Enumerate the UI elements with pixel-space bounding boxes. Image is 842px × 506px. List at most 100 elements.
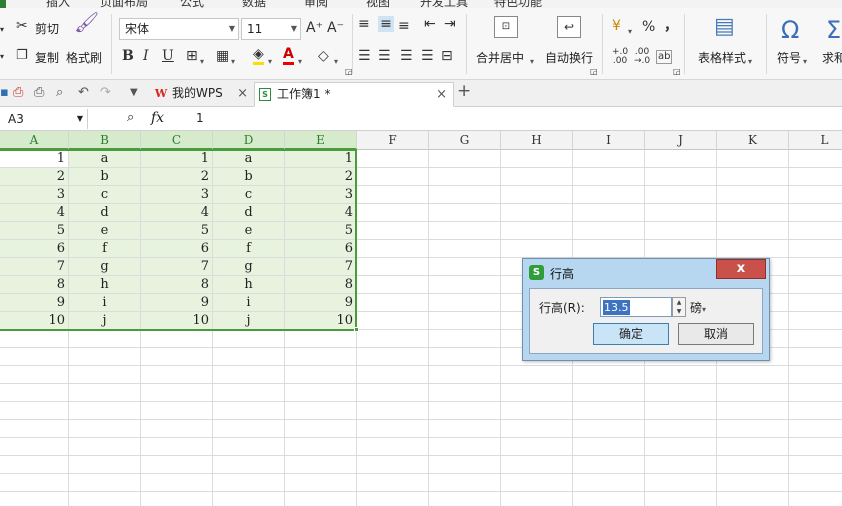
- cell-d5[interactable]: e: [213, 222, 285, 240]
- cell-i14[interactable]: [573, 384, 645, 402]
- increase-indent-icon[interactable]: ⇥: [444, 16, 456, 32]
- sum-button[interactable]: 求和: [822, 49, 842, 66]
- cell-e16[interactable]: [285, 420, 357, 438]
- cell-j16[interactable]: [645, 420, 717, 438]
- cell-g10[interactable]: [429, 312, 501, 330]
- table-style-icon[interactable]: ▤: [714, 14, 735, 40]
- cell-f10[interactable]: [357, 312, 429, 330]
- cell-c7[interactable]: 7: [141, 258, 213, 276]
- cell-g9[interactable]: [429, 294, 501, 312]
- cell-c8[interactable]: 8: [141, 276, 213, 294]
- cell-a14[interactable]: [0, 384, 69, 402]
- number-settings-launcher[interactable]: ◲: [673, 64, 681, 80]
- font-size-select[interactable]: 11 ▼: [241, 18, 301, 40]
- symbol-button[interactable]: 符号: [777, 49, 801, 66]
- cell-c20[interactable]: [141, 492, 213, 506]
- cell-d15[interactable]: [213, 402, 285, 420]
- cell-c10[interactable]: 10: [141, 312, 213, 330]
- cell-f1[interactable]: [357, 150, 429, 168]
- insert-function-button[interactable]: fx: [151, 110, 164, 126]
- cell-b19[interactable]: [69, 474, 141, 492]
- cell-l13[interactable]: [789, 366, 842, 384]
- cell-f9[interactable]: [357, 294, 429, 312]
- cell-l2[interactable]: [789, 168, 842, 186]
- print-preview-icon[interactable]: ⌕: [56, 85, 63, 101]
- cell-i19[interactable]: [573, 474, 645, 492]
- unit-select[interactable]: 磅▾: [690, 299, 706, 316]
- percent-button[interactable]: %: [642, 19, 655, 35]
- menu-review[interactable]: 审阅: [304, 0, 328, 8]
- cell-l19[interactable]: [789, 474, 842, 492]
- cell-e8[interactable]: 8: [285, 276, 357, 294]
- italic-button[interactable]: I: [143, 48, 149, 64]
- cell-e5[interactable]: 5: [285, 222, 357, 240]
- cell-g15[interactable]: [429, 402, 501, 420]
- table-style-dropdown[interactable]: ▾: [748, 52, 752, 70]
- column-header-l[interactable]: L: [789, 131, 842, 150]
- cell-l7[interactable]: [789, 258, 842, 276]
- font-color-icon[interactable]: A: [283, 46, 294, 65]
- cell-b9[interactable]: i: [69, 294, 141, 312]
- cell-i1[interactable]: [573, 150, 645, 168]
- cell-b8[interactable]: h: [69, 276, 141, 294]
- currency-icon[interactable]: ¥: [612, 18, 621, 34]
- cell-f4[interactable]: [357, 204, 429, 222]
- cell-c12[interactable]: [141, 348, 213, 366]
- menu-developer[interactable]: 开发工具: [420, 0, 468, 8]
- cell-b10[interactable]: j: [69, 312, 141, 330]
- cell-k18[interactable]: [717, 456, 789, 474]
- cell-g6[interactable]: [429, 240, 501, 258]
- cell-h20[interactable]: [501, 492, 573, 506]
- cell-d12[interactable]: [213, 348, 285, 366]
- cell-k5[interactable]: [717, 222, 789, 240]
- cell-b18[interactable]: [69, 456, 141, 474]
- cell-i15[interactable]: [573, 402, 645, 420]
- currency-dropdown[interactable]: ▾: [628, 22, 632, 40]
- cell-d17[interactable]: [213, 438, 285, 456]
- cell-g19[interactable]: [429, 474, 501, 492]
- cell-b14[interactable]: [69, 384, 141, 402]
- cell-f12[interactable]: [357, 348, 429, 366]
- cell-j6[interactable]: [645, 240, 717, 258]
- clear-format-icon[interactable]: ◇: [318, 48, 329, 64]
- cell-a3[interactable]: 3: [0, 186, 69, 204]
- cell-f14[interactable]: [357, 384, 429, 402]
- cell-d8[interactable]: h: [213, 276, 285, 294]
- cell-a15[interactable]: [0, 402, 69, 420]
- cell-a13[interactable]: [0, 366, 69, 384]
- cell-b5[interactable]: e: [69, 222, 141, 240]
- cell-a7[interactable]: 7: [0, 258, 69, 276]
- cell-f15[interactable]: [357, 402, 429, 420]
- column-header-f[interactable]: F: [357, 131, 429, 150]
- format-painter-icon[interactable]: 🖌: [74, 12, 99, 32]
- cell-h2[interactable]: [501, 168, 573, 186]
- table-style-button[interactable]: 表格样式: [698, 49, 746, 66]
- close-icon[interactable]: ×: [237, 82, 248, 105]
- cell-b16[interactable]: [69, 420, 141, 438]
- cell-e2[interactable]: 2: [285, 168, 357, 186]
- cancel-button[interactable]: 取消: [678, 323, 754, 345]
- fill-handle[interactable]: [354, 327, 359, 332]
- cell-b11[interactable]: [69, 330, 141, 348]
- scissors-icon[interactable]: ✂: [16, 18, 28, 34]
- cell-a9[interactable]: 9: [0, 294, 69, 312]
- cell-b4[interactable]: d: [69, 204, 141, 222]
- cell-i4[interactable]: [573, 204, 645, 222]
- zoom-search-icon[interactable]: ⌕: [127, 110, 134, 125]
- cell-f5[interactable]: [357, 222, 429, 240]
- formula-input[interactable]: 1: [196, 111, 204, 125]
- cell-d11[interactable]: [213, 330, 285, 348]
- cell-a11[interactable]: [0, 330, 69, 348]
- cell-c3[interactable]: 3: [141, 186, 213, 204]
- cell-g7[interactable]: [429, 258, 501, 276]
- cell-e10[interactable]: 10: [285, 312, 357, 330]
- cell-i17[interactable]: [573, 438, 645, 456]
- cell-k14[interactable]: [717, 384, 789, 402]
- cell-k13[interactable]: [717, 366, 789, 384]
- merge-center-button[interactable]: 合并居中: [476, 49, 524, 66]
- cell-k4[interactable]: [717, 204, 789, 222]
- quick-access-dropdown-icon[interactable]: ▼: [130, 85, 138, 101]
- cell-j18[interactable]: [645, 456, 717, 474]
- cell-e14[interactable]: [285, 384, 357, 402]
- cell-i5[interactable]: [573, 222, 645, 240]
